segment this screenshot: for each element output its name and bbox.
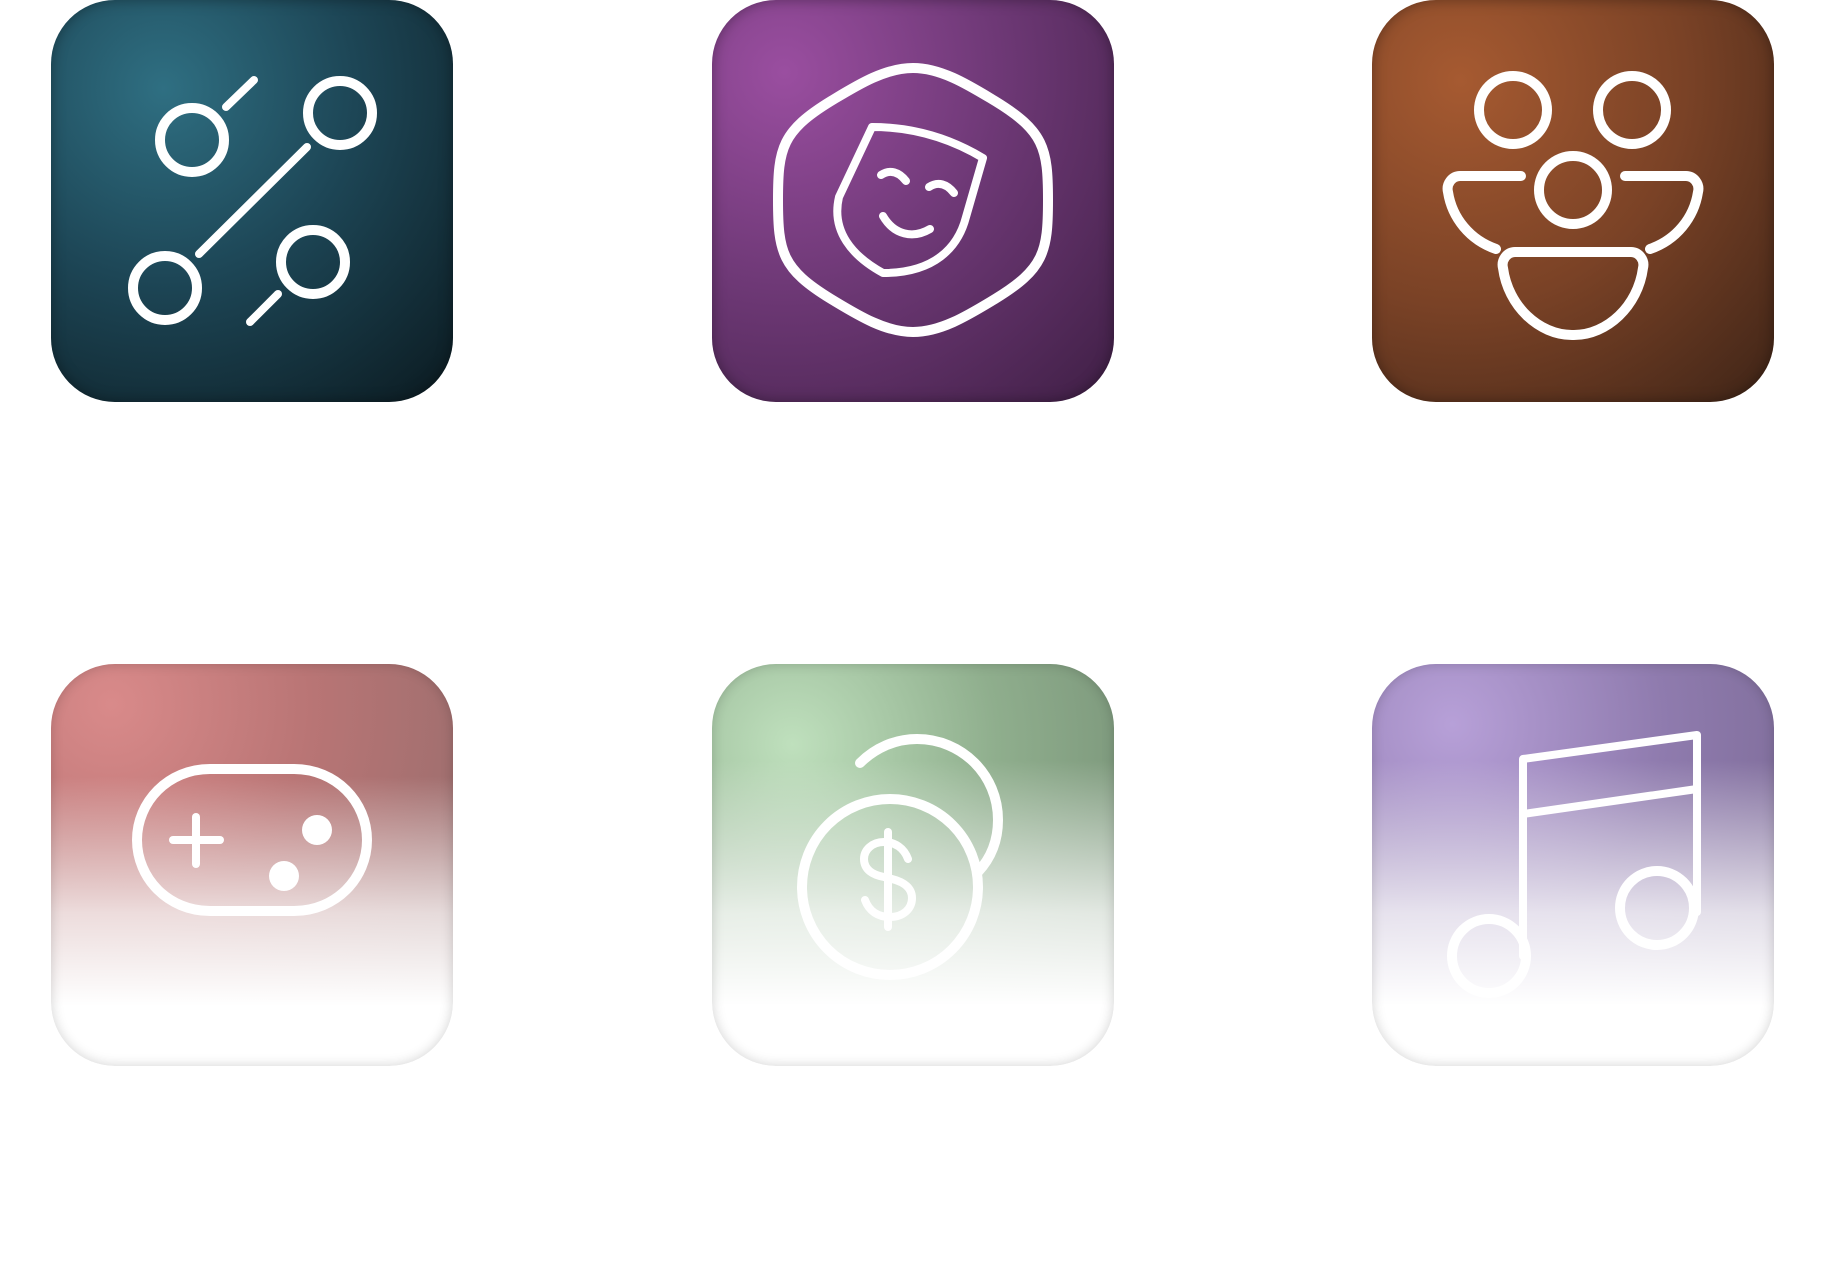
percent-icon (128, 76, 377, 326)
people-group-tile[interactable] (1372, 0, 1774, 402)
percent-tile[interactable] (51, 0, 453, 402)
gamepad-icon (132, 764, 372, 916)
coins-dollar-tile[interactable] (712, 664, 1114, 1066)
music-note-tile[interactable] (1372, 664, 1774, 1066)
coins-dollar-icon (797, 734, 1003, 980)
gamepad-tile[interactable] (51, 664, 453, 1066)
theater-mask-icon (773, 63, 1053, 337)
music-note-icon (1447, 731, 1701, 998)
people-group-icon (1442, 71, 1704, 340)
theater-mask-tile[interactable] (712, 0, 1114, 402)
icon-grid (0, 0, 1829, 1288)
